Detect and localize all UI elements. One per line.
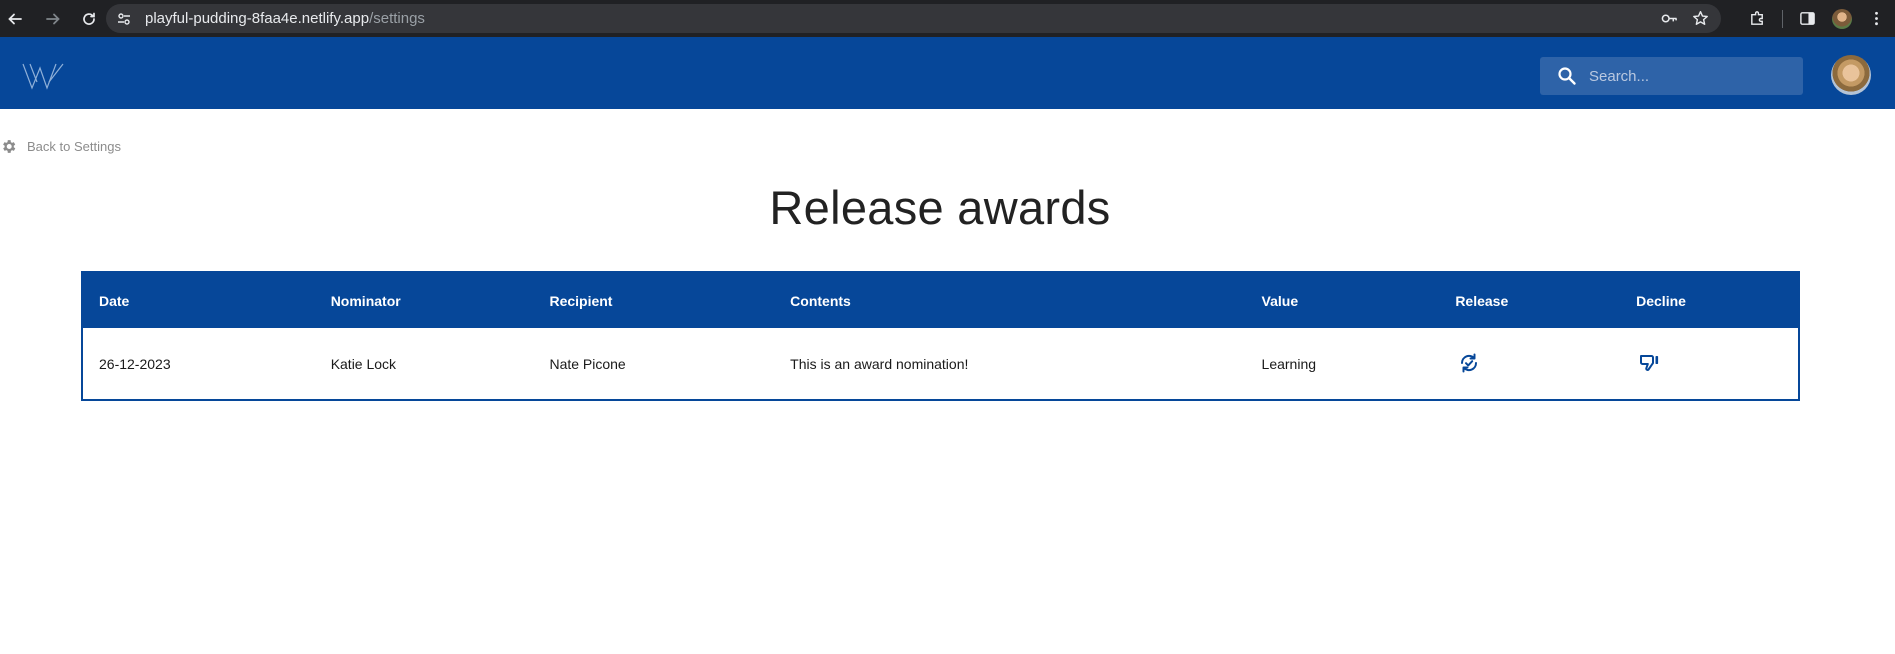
browser-toolbar: playful-pudding-8faa4e.netlify.app/setti…: [0, 0, 1895, 37]
column-header-decline: Decline: [1636, 292, 1686, 309]
back-to-settings-link[interactable]: Back to Settings: [0, 138, 121, 155]
release-button[interactable]: [1455, 349, 1483, 377]
table-header-row: Date Nominator Recipient Contents Value …: [82, 272, 1799, 328]
forward-arrow-icon[interactable]: [38, 4, 68, 34]
cell-recipient: Nate Picone: [549, 355, 626, 372]
site-settings-icon[interactable]: [116, 11, 132, 27]
awards-table: Date Nominator Recipient Contents Value …: [81, 271, 1800, 401]
column-header-date: Date: [99, 292, 130, 309]
release-refresh-icon: [1461, 353, 1478, 373]
more-menu-icon[interactable]: [1868, 10, 1885, 27]
url-text: playful-pudding-8faa4e.netlify.app/setti…: [145, 10, 425, 27]
back-arrow-icon[interactable]: [0, 4, 30, 34]
url-host: playful-pudding-8faa4e.netlify.app: [145, 10, 370, 27]
side-panel-icon[interactable]: [1799, 10, 1816, 27]
browser-actions: [1749, 0, 1895, 37]
column-header-recipient: Recipient: [549, 292, 613, 309]
cell-date: 26-12-2023: [99, 355, 171, 372]
toolbar-divider: [1782, 9, 1783, 28]
column-header-nominator: Nominator: [330, 292, 401, 309]
back-link-label: Back to Settings: [27, 139, 121, 154]
column-header-value: Value: [1261, 292, 1299, 309]
extensions-icon[interactable]: [1749, 10, 1766, 27]
cell-nominator: Katie Lock: [330, 355, 397, 372]
search-input[interactable]: [1589, 67, 1789, 85]
url-path: /settings: [369, 10, 425, 27]
decline-button[interactable]: [1636, 349, 1664, 377]
table-row: 26-12-2023 Katie Lock Nate Picone This i…: [82, 328, 1799, 400]
search-icon: [1558, 67, 1576, 85]
column-header-contents: Contents: [790, 292, 851, 309]
page-title: Release awards: [769, 181, 1111, 234]
cell-contents: This is an award nomination!: [790, 355, 969, 372]
gear-icon: [3, 140, 16, 153]
thumbs-down-icon: [1640, 355, 1659, 371]
search-bar[interactable]: [1540, 57, 1803, 95]
address-bar[interactable]: playful-pudding-8faa4e.netlify.app/setti…: [106, 4, 1721, 33]
key-icon[interactable]: [1661, 10, 1678, 27]
browser-profile-avatar[interactable]: [1832, 8, 1852, 29]
bookmark-star-icon[interactable]: [1692, 10, 1709, 27]
brand-logo-icon[interactable]: [22, 62, 64, 90]
cell-decline: [1620, 328, 1799, 400]
user-avatar[interactable]: [1831, 55, 1871, 95]
cell-release: [1439, 328, 1620, 400]
cell-value: Learning: [1261, 355, 1317, 372]
reload-icon[interactable]: [74, 4, 104, 34]
column-header-release: Release: [1455, 292, 1509, 309]
